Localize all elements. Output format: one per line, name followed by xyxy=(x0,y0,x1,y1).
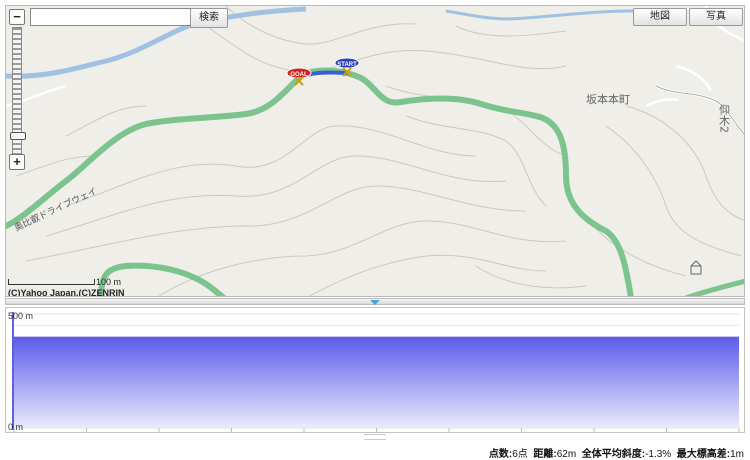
y-top-label: 500 m xyxy=(8,311,33,321)
map-canvas[interactable]: GOAL START 坂本本町 仰木2 奥比叡ドライブウェイ xyxy=(6,6,745,297)
scale-bar xyxy=(8,279,95,285)
east-road xyxy=(685,278,744,296)
zoom-slider-knob[interactable] xyxy=(10,132,26,140)
distance-value: 62m xyxy=(556,449,577,460)
road-outlines xyxy=(655,85,744,135)
x-ticks xyxy=(13,428,740,432)
resize-grip[interactable] xyxy=(364,434,386,440)
scale-label: 100 m xyxy=(96,277,122,287)
zoom-in-button[interactable]: + xyxy=(9,154,25,170)
search-button[interactable]: 検索 xyxy=(190,8,228,28)
max-diff-label: 最大標高差: xyxy=(676,449,731,460)
elevation-chart: 500 m 0 m xyxy=(8,311,740,432)
zoom-slider[interactable] xyxy=(10,27,26,155)
map-type-button[interactable]: 地図 xyxy=(633,8,687,26)
search-input[interactable] xyxy=(30,8,193,26)
zoom-control[interactable]: − + xyxy=(9,9,26,170)
y-bottom-label: 0 m xyxy=(8,422,23,432)
elevation-area xyxy=(14,336,739,428)
distance-label: 距離: xyxy=(533,449,557,460)
points-label: 点数: xyxy=(488,449,513,460)
river-east xyxy=(445,9,647,21)
town-right-label: 仰木2 xyxy=(718,103,731,133)
max-diff-value: 1m xyxy=(730,449,744,460)
slope-label: 全体平均斜度: xyxy=(581,449,646,460)
map-panel[interactable]: GOAL START 坂本本町 仰木2 奥比叡ドライブウェイ − + 検索 地図… xyxy=(5,5,745,297)
collapse-arrow-icon[interactable] xyxy=(370,300,380,305)
driveway-road xyxy=(6,67,634,296)
route-stats: 点数:6点 距離:62m 全体平均斜度:-1.3% 最大標高差:1m xyxy=(489,445,744,460)
building-icon xyxy=(690,260,702,275)
photo-type-button[interactable]: 写真 xyxy=(689,8,743,26)
start-marker-label: START xyxy=(337,62,357,68)
zoom-out-button[interactable]: − xyxy=(9,9,25,25)
points-value: 6点 xyxy=(512,449,528,460)
elevation-profile: 500 m 0 m xyxy=(5,307,745,433)
goal-marker-label: GOAL xyxy=(290,72,308,78)
town-label: 坂本本町 xyxy=(586,92,630,106)
contour-lines xyxy=(15,6,744,296)
map-copyright: (C)Yahoo Japan,(C)ZENRIN xyxy=(8,288,125,297)
slope-value: -1.3% xyxy=(645,449,672,460)
